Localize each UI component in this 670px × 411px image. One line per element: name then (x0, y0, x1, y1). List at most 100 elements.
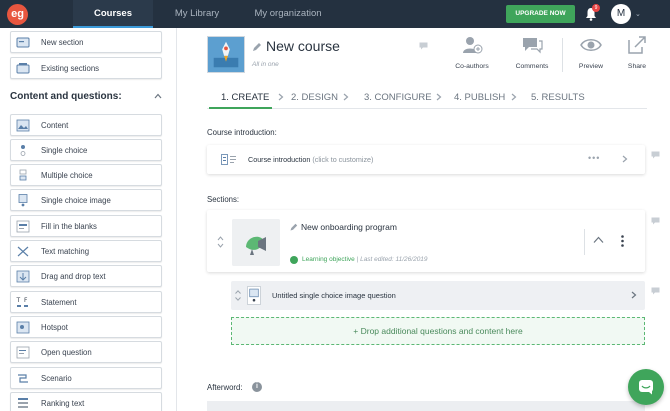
sidebar-item-fill-in-the-blanks[interactable]: Fill in the blanks (10, 215, 162, 237)
section-divider (584, 229, 585, 255)
sidebar-item-new-section[interactable]: New section (10, 31, 162, 53)
chevron-up-icon[interactable] (154, 92, 162, 100)
share-icon (628, 36, 646, 54)
sidebar-item-hotspot[interactable]: Hotspot (10, 316, 162, 338)
sidebar-item-single-choice[interactable]: Single choice (10, 139, 162, 161)
easygenerator-logo[interactable]: eg (7, 4, 28, 25)
sidebar-item-ranking-text[interactable]: Ranking text (10, 392, 162, 411)
step-create[interactable]: 1. CREATE (221, 92, 269, 103)
tab-courses[interactable]: Courses (73, 0, 153, 28)
course-introduction-title: Course introduction (click to customize) (248, 155, 373, 164)
chevron-down-icon[interactable]: ⌄ (635, 10, 641, 18)
afterword-heading: Afterword: (207, 383, 243, 392)
sidebar-item-label: Statement (41, 298, 77, 307)
sidebar-item-open-question[interactable]: Open question (10, 341, 162, 363)
sidebar-item-label: Hotspot (41, 323, 68, 332)
sidebar-item-multiple-choice[interactable]: Multiple choice (10, 164, 162, 186)
course-thumbnail[interactable] (207, 36, 245, 73)
chevron-right-icon (343, 93, 349, 101)
drag-drop-text-icon (16, 270, 30, 283)
sidebar-item-label: Scenario (41, 374, 72, 383)
sidebar-item-label: Fill in the blanks (41, 222, 97, 231)
comment-icon[interactable] (651, 151, 660, 159)
step-publish[interactable]: 4. PUBLISH (454, 92, 505, 103)
comment-icon[interactable] (651, 217, 660, 225)
chevron-right-icon[interactable] (622, 155, 628, 163)
comments-button[interactable]: Comments (512, 35, 552, 70)
content-icon (16, 119, 30, 132)
sidebar-item-existing-sections[interactable]: Existing sections (10, 57, 162, 79)
kebab-menu-icon[interactable] (621, 235, 624, 247)
chevron-right-icon (511, 93, 517, 101)
co-authors-button[interactable]: Co-authors (452, 35, 492, 70)
comment-icon[interactable] (651, 287, 660, 295)
sidebar-item-label: Single choice image (41, 196, 111, 205)
section-card[interactable]: New onboarding program Learning objectiv… (207, 210, 645, 272)
learning-objective-row: Learning objective | Last edited: 11/26/… (302, 256, 428, 263)
course-introduction-card[interactable]: Course introduction (click to customize)… (207, 145, 645, 174)
hotspot-icon (16, 321, 30, 334)
sidebar-item-drag-and-drop-text[interactable]: Drag and drop text (10, 265, 162, 287)
sidebar-item-text-matching[interactable]: Text matching (10, 240, 162, 262)
course-introduction-heading: Course introduction: (207, 128, 277, 137)
info-icon[interactable]: i (252, 382, 262, 392)
course-introduction-label: Course introduction (248, 155, 311, 164)
tab-my-library[interactable]: My Library (165, 0, 229, 28)
drop-zone[interactable]: + Drop additional questions and content … (231, 317, 645, 345)
sections-heading: Sections: (207, 195, 240, 204)
co-authors-label: Co-authors (455, 63, 489, 70)
comments-icon (523, 38, 543, 54)
chevron-right-icon[interactable] (631, 291, 637, 299)
sidebar-item-scenario[interactable]: Scenario (10, 367, 162, 389)
chat-support-button[interactable] (628, 369, 664, 405)
question-row[interactable]: Untitled single choice image question (231, 281, 645, 310)
section-title[interactable]: New onboarding program (301, 222, 397, 232)
single-choice-image-icon (18, 194, 28, 207)
pencil-icon[interactable] (252, 42, 262, 52)
steps-divider (207, 108, 647, 109)
sidebar-item-label: Multiple choice (41, 171, 93, 180)
active-step-indicator (209, 107, 272, 109)
drag-handle-icon[interactable] (235, 290, 241, 301)
statement-icon: TF (16, 297, 28, 307)
afterword-card[interactable] (207, 401, 645, 411)
sidebar-item-label: Content (41, 121, 69, 130)
sidebar-item-single-choice-image[interactable]: Single choice image (10, 189, 162, 211)
avatar[interactable]: M (611, 4, 631, 24)
share-label: Share (627, 63, 647, 70)
introduction-icon (221, 154, 236, 165)
text-matching-icon (17, 246, 29, 257)
sidebar-item-statement[interactable]: TF Statement (10, 291, 162, 313)
add-learning-objective-icon[interactable] (290, 256, 298, 264)
course-subtitle: All in one (252, 61, 279, 68)
learning-objective-link[interactable]: Learning objective (302, 256, 355, 263)
pencil-icon[interactable] (290, 223, 298, 231)
chevron-up-icon[interactable] (593, 236, 604, 244)
section-thumbnail (232, 219, 280, 266)
single-choice-icon (20, 145, 26, 156)
upgrade-now-button[interactable]: UPGRADE NOW (506, 5, 575, 23)
sidebar-item-content[interactable]: Content (10, 114, 162, 136)
preview-icon (580, 39, 602, 51)
tab-my-organization[interactable]: My organization (248, 0, 328, 28)
share-button[interactable]: Share (620, 35, 654, 70)
sidebar-item-label: New section (41, 38, 84, 47)
step-results[interactable]: 5. RESULTS (531, 92, 585, 103)
fill-blanks-icon (16, 220, 30, 233)
step-configure[interactable]: 3. CONFIGURE (364, 92, 432, 103)
drag-handle-icon[interactable] (217, 236, 224, 248)
question-title: Untitled single choice image question (272, 291, 396, 300)
sidebar-item-label: Single choice (41, 146, 88, 155)
comment-icon[interactable] (419, 42, 428, 50)
more-options-icon[interactable]: ••• (588, 153, 600, 163)
open-question-icon (16, 346, 30, 359)
course-title[interactable]: New course (266, 38, 340, 54)
comments-label: Comments (515, 63, 549, 70)
svg-text:T: T (16, 297, 21, 304)
step-design[interactable]: 2. DESIGN (291, 92, 338, 103)
content-and-questions-heading: Content and questions: (10, 91, 122, 102)
preview-button[interactable]: Preview (573, 35, 609, 70)
scenario-icon (18, 374, 28, 383)
preview-label: Preview (578, 63, 604, 70)
top-navigation-bar: eg Courses My Library My organization UP… (0, 0, 670, 28)
